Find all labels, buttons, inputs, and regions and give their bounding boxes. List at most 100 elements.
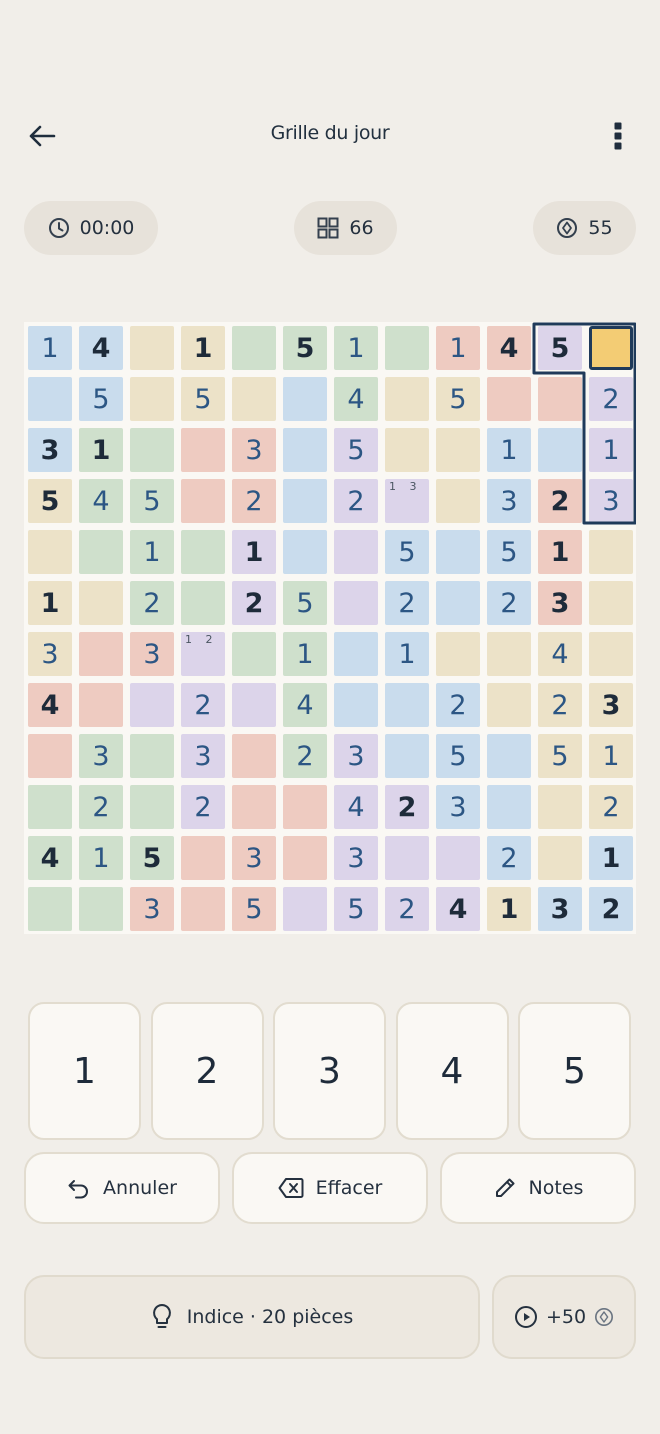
grid-cell-r3-c12[interactable]: 1 [589, 428, 633, 472]
grid-cell-r10-c5[interactable] [232, 785, 276, 829]
grid-cell-r9-c12[interactable]: 1 [589, 734, 633, 778]
grid-cell-r3-c2[interactable]: 1 [79, 428, 123, 472]
grid-cell-r2-c9[interactable]: 5 [436, 377, 480, 421]
grid-cell-r7-c1[interactable]: 3 [28, 632, 72, 676]
grid-cell-r5-c2[interactable] [79, 530, 123, 574]
grid-cell-r4-c2[interactable]: 4 [79, 479, 123, 523]
grid-cell-r2-c8[interactable] [385, 377, 429, 421]
grid-cell-r10-c8[interactable]: 2 [385, 785, 429, 829]
grid-cell-r12-c1[interactable] [28, 887, 72, 931]
grid-cell-r10-c12[interactable]: 2 [589, 785, 633, 829]
number-button-5[interactable]: 5 [518, 1002, 631, 1140]
grid-cell-r6-c10[interactable]: 2 [487, 581, 531, 625]
grid-cell-r6-c8[interactable]: 2 [385, 581, 429, 625]
grid-cell-r12-c9[interactable]: 4 [436, 887, 480, 931]
grid-cell-r5-c7[interactable] [334, 530, 378, 574]
erase-button[interactable]: Effacer [232, 1152, 428, 1224]
grid-cell-r1-c4[interactable]: 1 [181, 326, 225, 370]
number-button-1[interactable]: 1 [28, 1002, 141, 1140]
number-button-4[interactable]: 4 [395, 1002, 509, 1140]
grid-cell-r3-c11[interactable] [538, 428, 582, 472]
grid-cell-r4-c9[interactable] [436, 479, 480, 523]
grid-cell-r11-c1[interactable]: 4 [28, 836, 72, 880]
grid-cell-r5-c4[interactable] [181, 530, 225, 574]
grid-cell-r11-c6[interactable] [283, 836, 327, 880]
grid-cell-r8-c5[interactable] [232, 683, 276, 727]
grid-cell-r7-c8[interactable]: 1 [385, 632, 429, 676]
grid-cell-r11-c7[interactable]: 3 [334, 836, 378, 880]
grid-cell-r12-c3[interactable]: 3 [130, 887, 174, 931]
grid-cell-r6-c3[interactable]: 2 [130, 581, 174, 625]
watch-video-reward-button[interactable]: +50 [492, 1275, 636, 1359]
grid-cell-r2-c6[interactable] [283, 377, 327, 421]
grid-cell-r9-c8[interactable] [385, 734, 429, 778]
grid-cell-r12-c6[interactable] [283, 887, 327, 931]
grid-cell-r4-c6[interactable] [283, 479, 327, 523]
grid-cell-r10-c3[interactable] [130, 785, 174, 829]
grid-cell-r3-c6[interactable] [283, 428, 327, 472]
grid-cell-r3-c9[interactable] [436, 428, 480, 472]
grid-cell-r2-c3[interactable] [130, 377, 174, 421]
grid-cell-r2-c7[interactable]: 4 [334, 377, 378, 421]
grid-cell-r8-c11[interactable]: 2 [538, 683, 582, 727]
grid-cell-r7-c11[interactable]: 4 [538, 632, 582, 676]
grid-cell-r6-c1[interactable]: 1 [28, 581, 72, 625]
grid-cell-r4-c8[interactable]: 1 3 [385, 479, 429, 523]
grid-cell-r1-c10[interactable]: 4 [487, 326, 531, 370]
grid-cell-r7-c3[interactable]: 3 [130, 632, 174, 676]
grid-cell-r4-c5[interactable]: 2 [232, 479, 276, 523]
grid-cell-r8-c6[interactable]: 4 [283, 683, 327, 727]
grid-cell-r1-c12[interactable] [589, 326, 633, 370]
grid-cell-r9-c2[interactable]: 3 [79, 734, 123, 778]
grid-cell-r3-c7[interactable]: 5 [334, 428, 378, 472]
grid-cell-r5-c6[interactable] [283, 530, 327, 574]
grid-cell-r12-c8[interactable]: 2 [385, 887, 429, 931]
grid-cell-r5-c3[interactable]: 1 [130, 530, 174, 574]
grid-cell-r2-c2[interactable]: 5 [79, 377, 123, 421]
grid-cell-r4-c7[interactable]: 2 [334, 479, 378, 523]
grid-cell-r11-c12[interactable]: 1 [589, 836, 633, 880]
grid-cell-r11-c2[interactable]: 1 [79, 836, 123, 880]
grid-cell-r8-c4[interactable]: 2 [181, 683, 225, 727]
grid-cell-r8-c10[interactable] [487, 683, 531, 727]
grid-cell-r9-c9[interactable]: 5 [436, 734, 480, 778]
grid-cell-r12-c5[interactable]: 5 [232, 887, 276, 931]
grid-cell-r11-c11[interactable] [538, 836, 582, 880]
grid-cell-r6-c4[interactable] [181, 581, 225, 625]
grid-cell-r10-c7[interactable]: 4 [334, 785, 378, 829]
grid-cell-r7-c9[interactable] [436, 632, 480, 676]
grid-cell-r9-c4[interactable]: 3 [181, 734, 225, 778]
grid-cell-r4-c1[interactable]: 5 [28, 479, 72, 523]
grid-cell-r9-c7[interactable]: 3 [334, 734, 378, 778]
grid-cell-r12-c10[interactable]: 1 [487, 887, 531, 931]
grid-cell-r1-c6[interactable]: 5 [283, 326, 327, 370]
grid-cell-r12-c4[interactable] [181, 887, 225, 931]
grid-cell-r3-c1[interactable]: 3 [28, 428, 72, 472]
grid-cell-r7-c10[interactable] [487, 632, 531, 676]
grid-cell-r11-c9[interactable] [436, 836, 480, 880]
grid-cell-r1-c9[interactable]: 1 [436, 326, 480, 370]
grid-cell-r12-c7[interactable]: 5 [334, 887, 378, 931]
grid-cell-r9-c11[interactable]: 5 [538, 734, 582, 778]
grid-cell-r5-c9[interactable] [436, 530, 480, 574]
grid-cell-r1-c7[interactable]: 1 [334, 326, 378, 370]
grid-cell-r6-c12[interactable] [589, 581, 633, 625]
number-button-3[interactable]: 3 [273, 1002, 386, 1140]
grid-cell-r5-c1[interactable] [28, 530, 72, 574]
grid-cell-r3-c8[interactable] [385, 428, 429, 472]
grid-cell-r9-c10[interactable] [487, 734, 531, 778]
grid-cell-r9-c3[interactable] [130, 734, 174, 778]
grid-cell-r8-c12[interactable]: 3 [589, 683, 633, 727]
grid-cell-r2-c11[interactable] [538, 377, 582, 421]
grid-cell-r11-c3[interactable]: 5 [130, 836, 174, 880]
grid-cell-r10-c1[interactable] [28, 785, 72, 829]
grid-cell-r6-c6[interactable]: 5 [283, 581, 327, 625]
grid-cell-r1-c8[interactable] [385, 326, 429, 370]
grid-cell-r10-c6[interactable] [283, 785, 327, 829]
notes-button[interactable]: Notes [440, 1152, 636, 1224]
grid-cell-r6-c9[interactable] [436, 581, 480, 625]
grid-cell-r9-c1[interactable] [28, 734, 72, 778]
grid-cell-r7-c7[interactable] [334, 632, 378, 676]
grid-cell-r7-c12[interactable] [589, 632, 633, 676]
grid-cell-r4-c4[interactable] [181, 479, 225, 523]
